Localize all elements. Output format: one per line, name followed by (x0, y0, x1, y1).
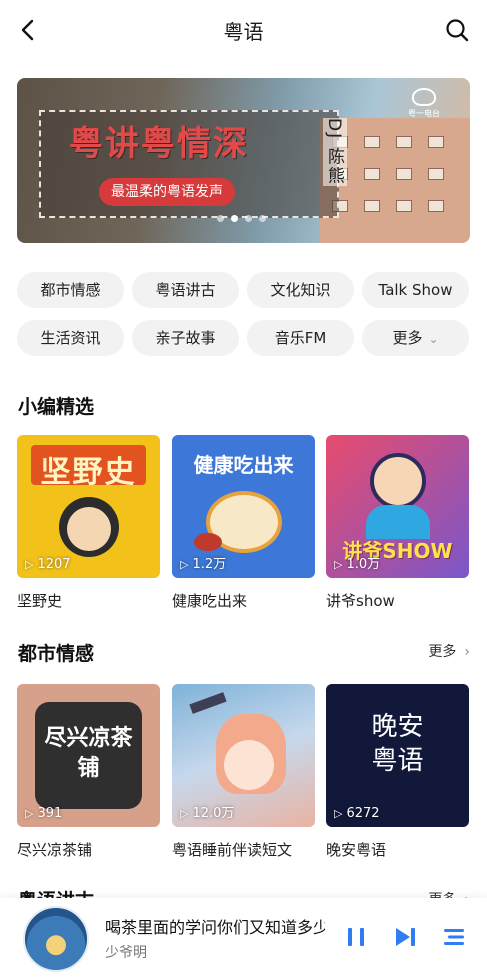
album-card[interactable]: 晚安粤语 ▷ 6272 晚安粤语 (326, 684, 469, 860)
more-link[interactable]: 更多 › (428, 641, 470, 661)
album-card[interactable]: 讲爷SHOW ▷ 1.0万 讲爷show (326, 435, 469, 611)
station-logo-icon (412, 88, 436, 106)
album-cover-title: 坚野史 (40, 455, 137, 490)
play-count: ▷ 1.2万 (180, 557, 227, 572)
album-card[interactable]: 尽兴凉茶铺 ▷ 391 尽兴凉茶铺 (17, 684, 160, 860)
chip-more-label: 更多 (392, 329, 423, 347)
album-card[interactable]: 健康吃出来 ▷ 1.2万 健康吃出来 (172, 435, 315, 611)
play-icon: ▷ (334, 807, 343, 820)
album-cover: 晚安粤语 ▷ 6272 (326, 684, 469, 827)
chip-kids-stories[interactable]: 亲子故事 (132, 320, 239, 356)
chip-talk-show[interactable]: Talk Show (362, 272, 469, 308)
station-logo-text: 粤一电台 (408, 109, 440, 118)
chevron-right-icon: › (464, 644, 470, 660)
chevron-down-icon: ⌄ (428, 332, 439, 346)
play-icon: ▷ (180, 807, 189, 820)
category-chips: 都市情感 粤语讲古 文化知识 Talk Show 生活资讯 亲子故事 音乐FM … (17, 272, 471, 356)
album-cover: 讲爷SHOW ▷ 1.0万 (326, 435, 469, 578)
chip-culture-knowledge[interactable]: 文化知识 (247, 272, 354, 308)
skip-next-icon[interactable] (392, 924, 418, 950)
album-name: 尽兴凉茶铺 (17, 841, 93, 859)
pause-icon[interactable] (343, 924, 369, 950)
play-count: ▷ 6272 (334, 806, 380, 821)
album-name: 粤语睡前伴读短文 (172, 841, 293, 859)
banner-headline: 粤讲粤情深 (69, 124, 249, 164)
chip-urban-emotion[interactable]: 都市情感 (17, 272, 124, 308)
play-count: ▷ 391 (25, 806, 63, 821)
album-name: 讲爷show (326, 592, 395, 610)
now-playing-artwork[interactable] (23, 906, 89, 972)
carousel-dot[interactable] (217, 215, 224, 222)
carousel-indicator (217, 215, 266, 222)
album-card[interactable]: 坚野史 ▷ 1207 坚野史 (17, 435, 160, 611)
mini-player[interactable]: 喝茶里面的学问你们又知道多少 少爷明 (0, 898, 487, 978)
album-cover-title: 健康吃出来 (193, 453, 294, 477)
album-cover: ▷ 12.0万 (172, 684, 315, 827)
chip-music-fm[interactable]: 音乐FM (247, 320, 354, 356)
now-playing-title: 喝茶里面的学问你们又知道多少 (105, 918, 325, 937)
play-count: ▷ 1.0万 (334, 557, 381, 572)
chip-cantonese-storytelling[interactable]: 粤语讲古 (132, 272, 239, 308)
banner-carousel[interactable]: 粤讲粤情深 最温柔的粤语发声 DJ 陈熊 粤一电台 (17, 78, 470, 243)
search-icon[interactable] (443, 16, 471, 44)
section-title-editor-picks: 小编精选 (18, 396, 95, 418)
album-cover: 尽兴凉茶铺 ▷ 391 (17, 684, 160, 827)
album-name: 晚安粤语 (326, 841, 387, 859)
play-icon: ▷ (334, 558, 343, 571)
banner-host: DJ 陈熊 (323, 118, 347, 186)
album-cover: 坚野史 ▷ 1207 (17, 435, 160, 578)
page-title: 粤语 (223, 20, 264, 44)
chip-life-info[interactable]: 生活资讯 (17, 320, 124, 356)
banner-subtitle: 最温柔的粤语发声 (99, 178, 235, 206)
more-label: 更多 (428, 644, 457, 660)
now-playing-author: 少爷明 (105, 945, 147, 961)
play-icon: ▷ (25, 558, 34, 571)
carousel-dot-active[interactable] (231, 215, 238, 222)
playlist-icon[interactable] (441, 924, 467, 950)
album-cover-title: 尽兴凉茶铺 (44, 726, 133, 781)
album-name: 健康吃出来 (172, 592, 248, 610)
station-logo: 粤一电台 (402, 88, 446, 122)
album-card[interactable]: ▷ 12.0万 粤语睡前伴读短文 (172, 684, 315, 860)
play-count: ▷ 1207 (25, 557, 71, 572)
section-title-urban-emotion: 都市情感 (18, 643, 95, 665)
album-cover-title: 晚安粤语 (371, 712, 424, 776)
top-bar: 粤语 (0, 0, 487, 62)
carousel-dot[interactable] (245, 215, 252, 222)
album-cover: 健康吃出来 ▷ 1.2万 (172, 435, 315, 578)
chip-more[interactable]: 更多 ⌄ (362, 320, 469, 356)
carousel-dot[interactable] (259, 215, 266, 222)
play-icon: ▷ (25, 807, 34, 820)
play-count: ▷ 12.0万 (180, 806, 235, 821)
play-icon: ▷ (180, 558, 189, 571)
album-name: 坚野史 (17, 592, 63, 610)
